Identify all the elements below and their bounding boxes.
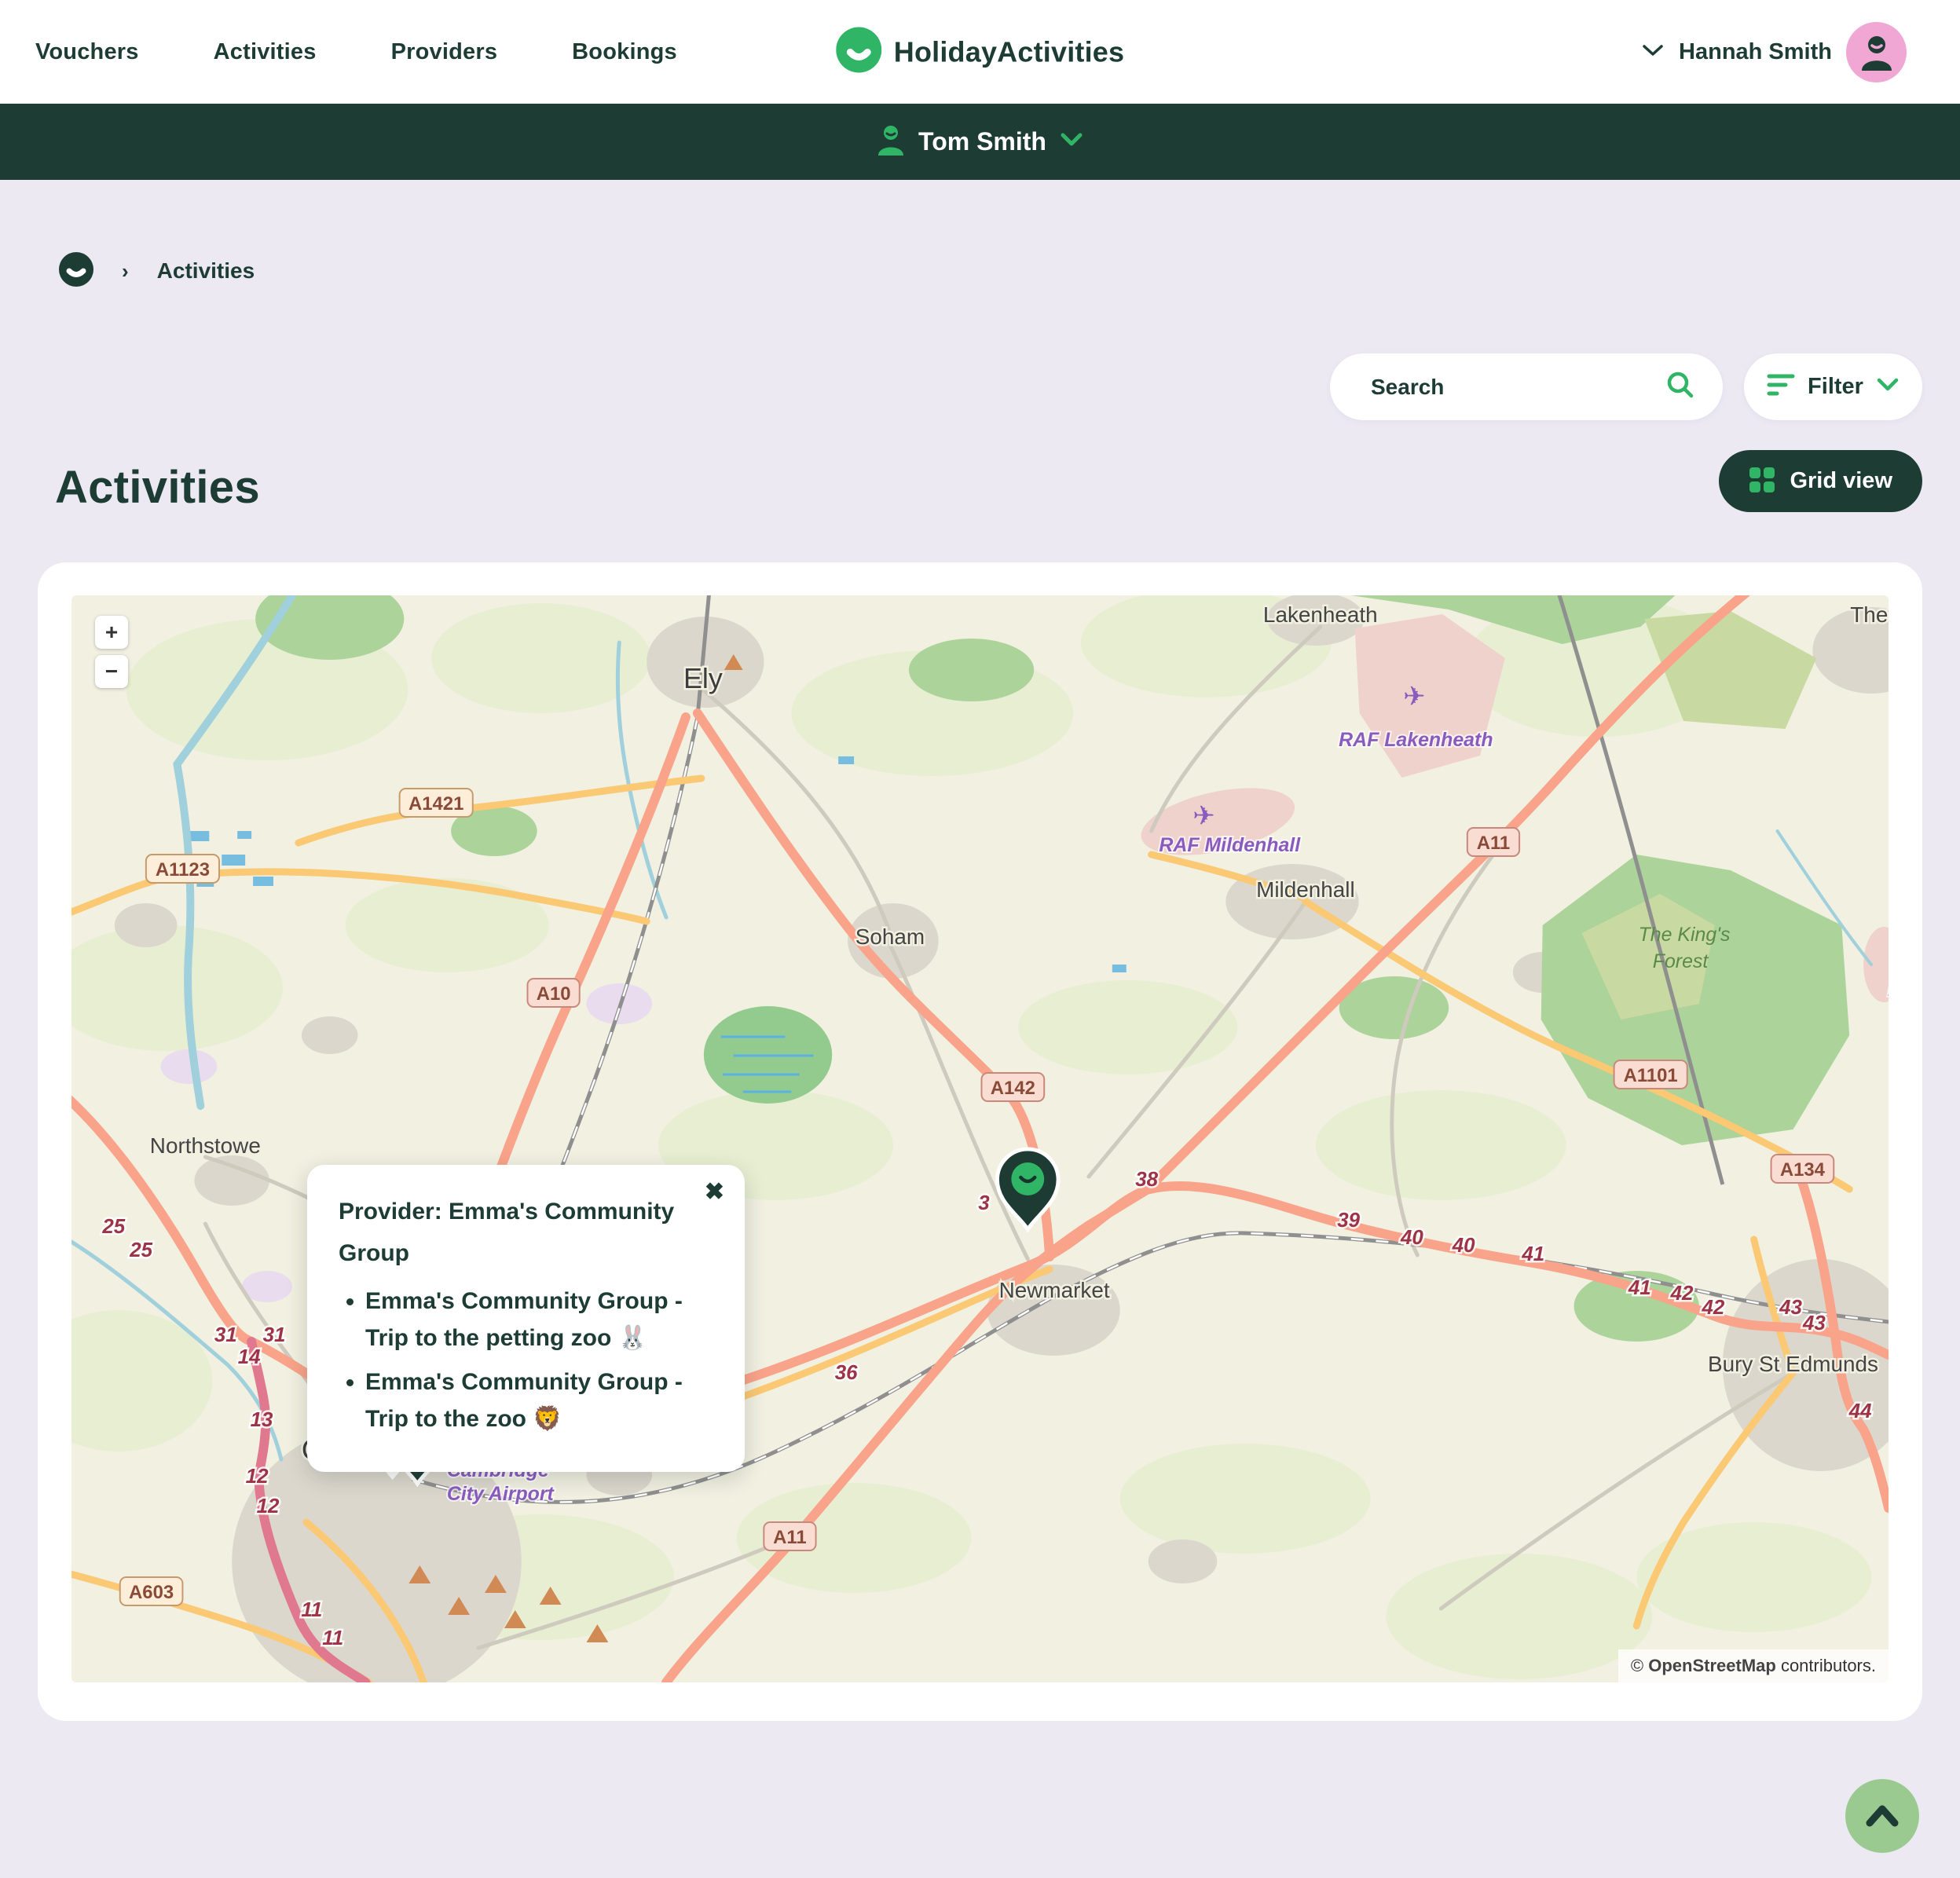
map-airport-label: RAF Mildenhall — [1159, 834, 1301, 856]
chevron-down-icon — [1876, 377, 1900, 397]
grid-view-button[interactable]: Grid view — [1719, 450, 1922, 512]
filter-label: Filter — [1808, 374, 1863, 400]
chevron-down-icon — [1641, 42, 1665, 62]
map-road-badge-label: A11 — [1477, 833, 1511, 854]
map-junction-number: 42 — [1670, 1283, 1694, 1305]
plane-icon: ✈ — [1192, 801, 1214, 831]
map-junction-number: 38 — [1135, 1169, 1158, 1191]
map-airport-label: RAF Lakenheath — [1339, 729, 1493, 751]
map-junction-number: 31 — [263, 1324, 286, 1346]
selected-user-name: Tom Smith — [918, 127, 1046, 156]
map-junction-number: 11 — [301, 1599, 322, 1621]
map-road-badge-label: A142 — [991, 1078, 1035, 1099]
person-icon — [876, 124, 906, 159]
popup-activity-list: Emma's Community Group - Trip to the pet… — [339, 1283, 712, 1437]
map-town-label: Ely — [683, 662, 723, 694]
zoom-out-button[interactable]: − — [95, 655, 128, 688]
map-junction-number: 11 — [322, 1627, 343, 1649]
scroll-to-top-button[interactable] — [1845, 1779, 1919, 1853]
breadcrumb-chevron-icon: › — [122, 259, 129, 284]
map-junction-number: 31 — [214, 1324, 237, 1346]
map-popup: ✖ Provider: Emma's Community Group Emma'… — [307, 1165, 745, 1472]
nav-item-vouchers[interactable]: Vouchers — [35, 39, 139, 65]
breadcrumb-current[interactable]: Activities — [157, 258, 255, 284]
map-road-badge-label: A1421 — [408, 793, 463, 815]
map-town-label: Newmarket — [999, 1278, 1110, 1302]
map-junction-number: 13 — [251, 1409, 273, 1431]
account-menu[interactable]: Hannah Smith — [1641, 22, 1907, 82]
map-junction-number: 44 — [1848, 1400, 1872, 1422]
map-road-badge-label: A134 — [1780, 1159, 1826, 1181]
map-road-badge-label: A1123 — [156, 859, 210, 880]
map-junction-number: 12 — [257, 1495, 280, 1517]
map-junction-number: 12 — [246, 1466, 269, 1488]
map-town-label: Mildenhall — [1256, 877, 1355, 902]
search-input[interactable] — [1371, 375, 1665, 400]
map-attribution: © OpenStreetMap contributors. — [1618, 1649, 1889, 1682]
nav-item-activities[interactable]: Activities — [214, 39, 317, 65]
map-road-badge-label: A603 — [129, 1582, 174, 1603]
map-junction-number: 3 — [978, 1192, 990, 1214]
filter-lines-icon — [1767, 372, 1795, 402]
map-airport-label: City Airport — [447, 1483, 555, 1505]
map-junction-number: 41 — [1628, 1277, 1651, 1299]
brand-logo[interactable]: HolidayActivities — [836, 27, 1125, 77]
map-junction-number: 14 — [238, 1346, 261, 1368]
map-forest-label: The King's — [1639, 924, 1731, 946]
account-name: Hannah Smith — [1679, 39, 1832, 65]
map-road-badge-label: A11 — [773, 1527, 807, 1548]
map-town-label: Bury St Edmunds — [1708, 1352, 1878, 1376]
nav-item-providers[interactable]: Providers — [391, 39, 498, 65]
grid-icon — [1749, 467, 1775, 496]
popup-activity-item[interactable]: Emma's Community Group - Trip to the zoo… — [365, 1364, 712, 1437]
map-town-label: Soham — [855, 924, 925, 949]
popup-activity-item[interactable]: Emma's Community Group - Trip to the pet… — [365, 1283, 712, 1356]
map-town-label: Lakenheath — [1263, 602, 1378, 627]
map-canvas[interactable]: A1421 A1123 A10 A142 A11 A1101 A134 A11 A603 2525… — [71, 595, 1889, 1682]
chevron-down-icon — [1059, 132, 1084, 152]
selected-user-bar[interactable]: Tom Smith — [0, 104, 1960, 180]
breadcrumb: › Activities — [38, 254, 1922, 288]
zoom-in-button[interactable]: + — [95, 616, 128, 649]
chevron-up-icon — [1863, 1803, 1901, 1830]
popup-close-icon[interactable]: ✖ — [705, 1181, 724, 1204]
map-junction-number: 39 — [1337, 1210, 1360, 1232]
map-junction-number: 42 — [1701, 1297, 1724, 1319]
search-icon[interactable] — [1665, 370, 1695, 404]
page-title: Activities — [55, 461, 260, 514]
map-junction-number: 43 — [1779, 1297, 1802, 1319]
toolbar: Filter — [38, 353, 1922, 420]
brand-name: HolidayActivities — [894, 35, 1125, 68]
osm-link[interactable]: OpenStreetMap — [1648, 1656, 1776, 1675]
map-town-label: Northstowe — [150, 1133, 261, 1158]
map-junction-number: 40 — [1452, 1235, 1475, 1257]
grid-view-label: Grid view — [1790, 468, 1892, 494]
top-navigation: Vouchers Activities Providers Bookings H… — [0, 0, 1960, 104]
map-zoom-control: + − — [95, 616, 128, 688]
plane-icon: ✈ — [1403, 682, 1425, 712]
map-junction-number: 25 — [129, 1239, 152, 1261]
filter-button[interactable]: Filter — [1744, 353, 1922, 420]
map-town-label: Thetf — [1850, 602, 1889, 627]
map-card: A1421 A1123 A10 A142 A11 A1101 A134 A11 A603 2525… — [38, 562, 1922, 1721]
map-junction-number: 40 — [1400, 1227, 1423, 1249]
avatar[interactable] — [1846, 22, 1907, 82]
map-junction-number: 41 — [1521, 1243, 1544, 1265]
smiley-logo-icon — [836, 27, 881, 77]
map-junction-number: 25 — [101, 1216, 125, 1238]
map-airport-label: R — [1888, 979, 1889, 1001]
search-box — [1330, 353, 1723, 420]
main-nav: Vouchers Activities Providers Bookings — [35, 39, 677, 65]
map-road-badge-label: A10 — [537, 983, 571, 1005]
map-junction-number: 36 — [835, 1362, 858, 1384]
popup-provider-title: Provider: Emma's Community Group — [339, 1192, 712, 1274]
map-road-badge-label: A1101 — [1624, 1065, 1678, 1086]
map[interactable]: A1421 A1123 A10 A142 A11 A1101 A134 A11 A603 2525… — [71, 595, 1889, 1682]
map-forest-label: Forest — [1653, 950, 1709, 972]
home-smiley-icon[interactable] — [59, 252, 93, 291]
heading-row: Activities Grid view — [38, 450, 1922, 514]
nav-item-bookings[interactable]: Bookings — [572, 39, 677, 65]
map-junction-number: 43 — [1802, 1312, 1826, 1334]
